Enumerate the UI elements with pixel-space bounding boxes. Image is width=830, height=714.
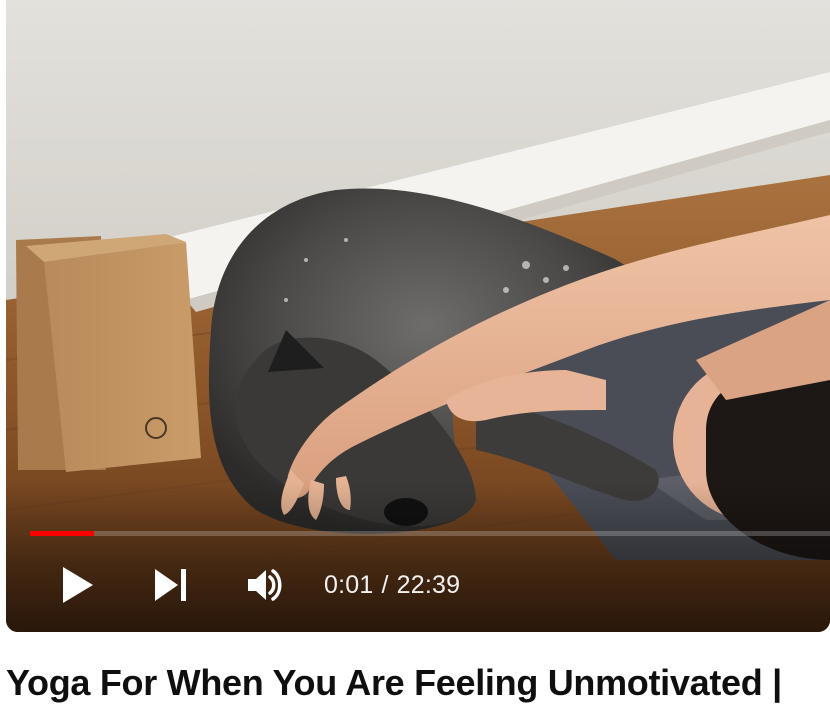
- current-time: 0:01: [324, 570, 374, 599]
- video-title[interactable]: Yoga For When You Are Feeling Unmotivate…: [6, 660, 830, 706]
- progress-track: [30, 531, 830, 536]
- volume-icon: [248, 569, 282, 601]
- next-icon: [155, 569, 186, 601]
- play-button[interactable]: [50, 558, 104, 612]
- time-separator: /: [381, 570, 389, 599]
- page: 0:01 / 22:39 Yoga For When You Are Feeli…: [0, 0, 830, 714]
- volume-button[interactable]: [238, 558, 292, 612]
- video-player[interactable]: 0:01 / 22:39: [6, 0, 830, 632]
- progress-bar[interactable]: [30, 531, 830, 536]
- video-frame[interactable]: [6, 0, 830, 632]
- duration: 22:39: [396, 570, 461, 599]
- time-display: 0:01 / 22:39: [324, 558, 460, 612]
- player-controls: 0:01 / 22:39: [6, 558, 830, 612]
- progress-played: [30, 531, 94, 536]
- next-button[interactable]: [144, 558, 198, 612]
- play-icon: [63, 567, 93, 603]
